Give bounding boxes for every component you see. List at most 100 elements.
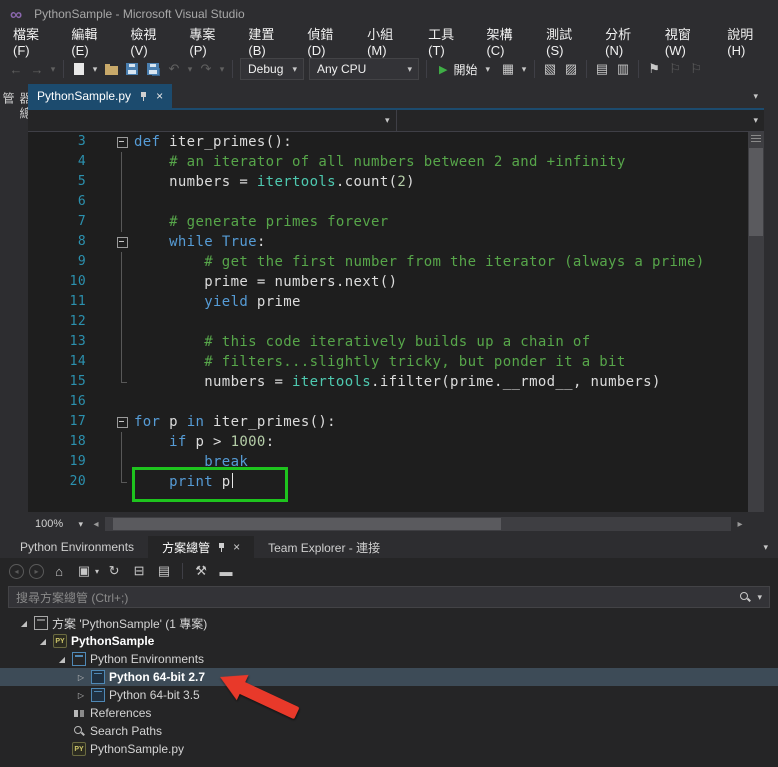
menu-item[interactable]: 小組(M) xyxy=(358,20,419,62)
chevron-down-icon[interactable]: ▾ xyxy=(483,64,490,75)
chevron-down-icon[interactable]: ▾ xyxy=(286,64,303,75)
document-well-dropdown-icon[interactable]: ▾ xyxy=(753,91,764,102)
panel-tab[interactable]: 方案總管 × xyxy=(148,536,255,558)
scroll-right-icon[interactable]: ▸ xyxy=(732,519,748,530)
code-line[interactable]: 13 # this code iteratively builds up a c… xyxy=(28,332,748,352)
code-line[interactable]: 7 # generate primes forever xyxy=(28,212,748,232)
open-file-icon[interactable] xyxy=(101,58,121,80)
tree-row[interactable]: ◢ 方案 'PythonSample' (1 專案) xyxy=(0,614,778,632)
chevron-down-icon[interactable]: ▾ xyxy=(379,115,396,126)
vertical-scrollbar-thumb[interactable] xyxy=(749,148,763,236)
code-line[interactable]: 15 numbers = itertools.ifilter(prime.__r… xyxy=(28,372,748,392)
indent-decrease-icon[interactable]: ▤ xyxy=(592,58,612,80)
menu-item[interactable]: 測試(S) xyxy=(537,20,596,62)
code-line[interactable]: 10 prime = numbers.next() xyxy=(28,272,748,292)
search-dropdown-icon[interactable]: ▾ xyxy=(751,592,762,603)
code-line[interactable]: 9 # get the first number from the iterat… xyxy=(28,252,748,272)
chevron-down-icon[interactable]: ▾ xyxy=(401,64,418,75)
menu-item[interactable]: 視窗(W) xyxy=(656,20,718,62)
document-tab[interactable]: PythonSample.py × xyxy=(28,84,173,108)
collapse-all-icon[interactable]: ⊟ xyxy=(129,561,149,581)
tree-row[interactable]: Search Paths xyxy=(0,722,778,740)
code-line[interactable]: 5 numbers = itertools.count(2) xyxy=(28,172,748,192)
menu-item[interactable]: 建置(B) xyxy=(239,20,298,62)
expander-icon[interactable]: ◢ xyxy=(37,637,49,646)
menu-item[interactable]: 說明(H) xyxy=(718,20,778,62)
window-layout-alt-icon[interactable]: ▨ xyxy=(561,58,581,80)
sync-icon[interactable]: ↻ xyxy=(104,561,124,581)
panel-tab[interactable]: Python Environments xyxy=(6,536,148,558)
tree-row[interactable]: ◢ PY PythonSample xyxy=(0,632,778,650)
scope-dropdown-icon[interactable]: ▾ xyxy=(95,567,99,576)
start-debug-button[interactable]: ▶ 開始 ▾ xyxy=(432,58,497,80)
tree-row[interactable]: PY PythonSample.py xyxy=(0,740,778,758)
panel-tab[interactable]: Team Explorer - 連接 xyxy=(254,536,394,558)
menu-item[interactable]: 偵錯(D) xyxy=(298,20,358,62)
properties-icon[interactable]: ▤ xyxy=(154,561,174,581)
expander-icon[interactable]: ◢ xyxy=(18,619,30,628)
expander-icon[interactable]: ◢ xyxy=(56,655,68,664)
platform-combo[interactable]: Any CPU ▾ xyxy=(309,58,419,80)
indent-increase-icon[interactable]: ▥ xyxy=(613,58,633,80)
tree-row[interactable]: ▷ Python 64-bit 3.5 xyxy=(0,686,778,704)
wrench-icon[interactable]: ⚒ xyxy=(191,561,211,581)
code-line[interactable]: 18 if p > 1000: xyxy=(28,432,748,452)
menu-item[interactable]: 架構(C) xyxy=(477,20,537,62)
code-line[interactable]: 12 xyxy=(28,312,748,332)
search-icon[interactable] xyxy=(739,591,751,603)
save-all-icon[interactable] xyxy=(143,58,163,80)
code-line[interactable]: 6 xyxy=(28,192,748,212)
code-line[interactable]: 11 yield prime xyxy=(28,292,748,312)
scroll-left-icon[interactable]: ◂ xyxy=(88,519,104,530)
code-line[interactable]: 8 while True: xyxy=(28,232,748,252)
horizontal-scrollbar[interactable] xyxy=(105,517,731,531)
tree-row[interactable]: References xyxy=(0,704,778,722)
save-icon[interactable] xyxy=(122,58,142,80)
horizontal-scrollbar-thumb[interactable] xyxy=(113,518,502,530)
types-dropdown[interactable]: ▾ xyxy=(28,110,397,131)
members-dropdown[interactable]: ▾ xyxy=(396,110,764,131)
scope-icon[interactable]: ▣ xyxy=(74,561,94,581)
preview-selected-icon[interactable]: ▬ xyxy=(216,561,236,581)
expander-icon[interactable]: ▷ xyxy=(75,691,87,700)
tree-row[interactable]: ◢ Python Environments xyxy=(0,650,778,668)
new-file-dropdown-icon[interactable]: ▾ xyxy=(90,58,100,80)
outline-marker[interactable] xyxy=(98,232,134,252)
pin-icon[interactable] xyxy=(139,91,148,102)
vertical-scrollbar[interactable] xyxy=(748,132,764,512)
code-line[interactable]: 17 for p in iter_primes(): xyxy=(28,412,748,432)
menu-item[interactable]: 編輯(E) xyxy=(62,20,121,62)
attach-dropdown-icon[interactable]: ▾ xyxy=(519,58,529,80)
debug-target-combo[interactable]: Debug ▾ xyxy=(240,58,304,80)
close-icon[interactable]: × xyxy=(233,540,240,554)
code-line[interactable]: 20 print p xyxy=(28,467,748,502)
outline-marker[interactable] xyxy=(98,132,134,152)
code-line[interactable]: 16 xyxy=(28,392,748,412)
outline-marker[interactable] xyxy=(98,412,134,432)
menu-item[interactable]: 專案(P) xyxy=(180,20,239,62)
menu-item[interactable]: 工具(T) xyxy=(419,20,477,62)
chevron-down-icon[interactable]: ▾ xyxy=(78,519,83,530)
bookmark-icon[interactable]: ⚑ xyxy=(644,58,664,80)
new-file-icon[interactable] xyxy=(69,58,89,80)
code-editor[interactable]: 3 def iter_primes(): 4 # an iterator of al… xyxy=(28,132,764,512)
solution-search-box[interactable]: 搜尋方案總管 (Ctrl+;) ▾ xyxy=(8,586,770,608)
expander-icon[interactable]: ▷ xyxy=(75,673,87,682)
menu-item[interactable]: 檢視(V) xyxy=(121,20,180,62)
splitter-handle-icon[interactable] xyxy=(751,135,761,143)
code-line[interactable]: 19 break xyxy=(28,452,748,472)
code-line[interactable]: 14 # filters...slightly tricky, but pond… xyxy=(28,352,748,372)
code-line[interactable]: 3 def iter_primes(): xyxy=(28,132,748,152)
attach-process-icon[interactable]: ▦ xyxy=(498,58,518,80)
menu-item[interactable]: 檔案(F) xyxy=(4,20,62,62)
chevron-down-icon[interactable]: ▾ xyxy=(747,115,764,126)
panel-options-dropdown-icon[interactable]: ▾ xyxy=(763,542,778,553)
close-icon[interactable]: × xyxy=(156,90,163,102)
code-line[interactable]: 4 # an iterator of all numbers between 2… xyxy=(28,152,748,172)
menu-item[interactable]: 分析(N) xyxy=(596,20,656,62)
pin-icon[interactable] xyxy=(217,542,226,553)
tree-row[interactable]: ▷ Python 64-bit 2.7 xyxy=(0,668,778,686)
zoom-combo[interactable]: 100% ▾ xyxy=(30,514,88,534)
window-layout-icon[interactable]: ▧ xyxy=(540,58,560,80)
home-icon[interactable]: ⌂ xyxy=(49,561,69,581)
